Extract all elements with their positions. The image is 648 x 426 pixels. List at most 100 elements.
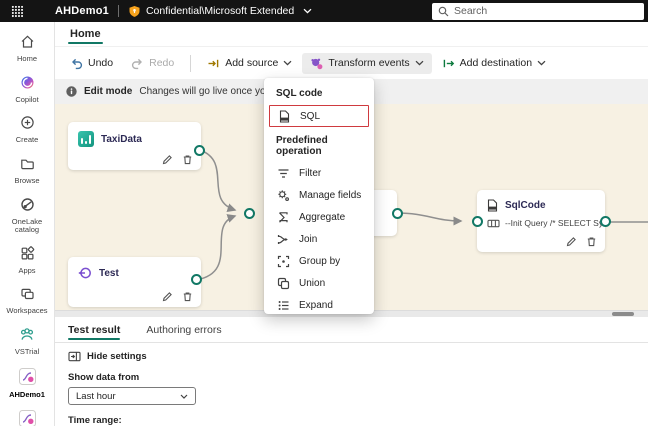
chevron-down-icon — [283, 60, 292, 66]
test-settings: Hide settings Show data from Last hour T… — [55, 343, 648, 426]
show-data-from-label: Show data from — [68, 372, 140, 383]
edit-node-button[interactable] — [566, 236, 577, 247]
sensitivity-label-button[interactable]: Confidential\Microsoft Extended — [128, 5, 312, 18]
sidebar-item-workspaces[interactable]: Workspaces — [0, 281, 54, 322]
output-port[interactable] — [392, 208, 403, 219]
time-range-label: Time range: — [68, 415, 122, 426]
aggregate-sigma-icon — [276, 211, 290, 224]
delete-node-button[interactable] — [182, 154, 193, 165]
eventhouse-chart-icon — [78, 131, 94, 147]
undo-icon — [70, 57, 83, 70]
sidebar-item-onelake-catalog[interactable]: OneLake catalog — [0, 192, 54, 241]
workspace-people-icon — [19, 327, 35, 345]
copilot-icon — [20, 75, 35, 93]
join-icon — [276, 233, 290, 246]
info-icon — [66, 86, 77, 97]
add-destination-icon — [442, 57, 455, 70]
menu-item-filter[interactable]: Filter — [264, 162, 374, 184]
sidebar-item-apps[interactable]: Apps — [0, 241, 54, 282]
left-nav: Home Copilot Create Browse OneLake catal… — [0, 22, 55, 426]
union-icon — [276, 277, 290, 290]
app-window: AHDemo1 Confidential\Microsoft Extended — [0, 0, 648, 426]
chevron-down-icon — [180, 394, 188, 399]
group-by-icon — [276, 255, 290, 268]
apps-grid-icon — [20, 246, 35, 264]
manage-fields-gear-icon — [276, 189, 290, 202]
sidebar-item-browse[interactable]: Browse — [0, 151, 54, 192]
node-sqlcode[interactable]: SqlCode --Init Query /* SELECT Syst... — [477, 190, 605, 252]
tab-home[interactable]: Home — [68, 28, 103, 46]
eventstream-item-icon — [18, 367, 36, 388]
sidebar-item-create[interactable]: Create — [0, 110, 54, 151]
tab-test-result[interactable]: Test result — [68, 324, 121, 342]
search-icon — [438, 6, 449, 17]
menu-header-sql-code: SQL code — [276, 88, 323, 99]
delete-node-button[interactable] — [182, 291, 193, 302]
sql-file-icon — [277, 109, 291, 123]
search-box[interactable] — [432, 2, 644, 20]
sql-file-icon — [487, 199, 498, 212]
menu-item-sql[interactable]: SQL — [269, 105, 369, 127]
menu-header-predefined: Predefined operation — [276, 135, 328, 157]
ribbon-tab-row: Home — [55, 22, 648, 47]
add-destination-button[interactable]: Add destination — [434, 53, 554, 74]
sidebar-item-fabricevents[interactable]: FabricEvents — [0, 405, 54, 426]
add-source-button[interactable]: Add source — [199, 53, 300, 74]
menu-item-expand[interactable]: Expand — [264, 294, 374, 316]
create-plus-icon — [20, 115, 35, 133]
sidebar-item-ahdemo1[interactable]: AHDemo1 — [0, 363, 54, 406]
menu-item-join[interactable]: Join — [264, 228, 374, 250]
folder-icon — [20, 156, 35, 174]
tab-authoring-errors[interactable]: Authoring errors — [146, 324, 221, 342]
menu-item-group-by[interactable]: Group by — [264, 250, 374, 272]
search-input[interactable] — [454, 5, 638, 17]
sensitivity-shield-icon — [128, 5, 141, 18]
sidebar-item-home[interactable]: Home — [0, 29, 54, 70]
bottom-panel: Test result Authoring errors Hide settin… — [55, 317, 648, 426]
home-icon — [20, 34, 35, 52]
show-data-from-dropdown[interactable]: Last hour — [68, 387, 196, 405]
add-source-icon — [207, 57, 220, 70]
edit-node-button[interactable] — [162, 154, 173, 165]
output-port[interactable] — [600, 216, 611, 227]
chevron-down-icon — [303, 8, 312, 14]
hide-settings-button[interactable]: Hide settings — [68, 351, 648, 362]
output-port[interactable] — [191, 274, 202, 285]
waffle-menu-icon[interactable] — [0, 5, 34, 18]
eventstream-item-icon — [18, 410, 36, 426]
transform-events-icon — [310, 57, 323, 70]
collapse-settings-icon — [68, 351, 81, 362]
sidebar-item-vstrial[interactable]: VSTrial — [0, 322, 54, 363]
top-app-bar: AHDemo1 Confidential\Microsoft Extended — [0, 0, 648, 22]
filter-icon — [276, 167, 290, 180]
topbar-divider — [117, 5, 119, 17]
query-icon — [487, 219, 500, 228]
undo-button[interactable]: Undo — [62, 53, 121, 74]
output-port[interactable] — [194, 145, 205, 156]
redo-icon — [131, 57, 144, 70]
scrollbar-thumb[interactable] — [612, 312, 634, 316]
sensitivity-label: Confidential\Microsoft Extended — [145, 5, 295, 17]
transform-events-button[interactable]: Transform events — [302, 52, 432, 74]
delete-node-button[interactable] — [586, 236, 597, 247]
menu-item-manage-fields[interactable]: Manage fields — [264, 184, 374, 206]
node-test[interactable]: Test — [68, 257, 201, 307]
chevron-down-icon — [537, 60, 546, 66]
app-title[interactable]: AHDemo1 — [55, 5, 109, 17]
toolbar-divider — [190, 54, 192, 72]
redo-button[interactable]: Redo — [123, 53, 182, 74]
node-taxidata[interactable]: TaxiData — [68, 122, 201, 170]
expand-icon — [276, 299, 290, 312]
workspaces-icon — [20, 286, 35, 304]
input-port[interactable] — [244, 208, 255, 219]
sidebar-item-copilot[interactable]: Copilot — [0, 70, 54, 111]
toolbar: Undo Redo Add source Transform events Ad… — [55, 47, 648, 79]
edit-node-button[interactable] — [162, 291, 173, 302]
bottom-panel-tabs: Test result Authoring errors — [55, 317, 648, 343]
input-port[interactable] — [472, 216, 483, 227]
menu-item-aggregate[interactable]: Aggregate — [264, 206, 374, 228]
menu-item-union[interactable]: Union — [264, 272, 374, 294]
stream-input-icon — [78, 266, 92, 280]
onelake-icon — [20, 197, 35, 215]
chevron-down-icon — [415, 60, 424, 66]
